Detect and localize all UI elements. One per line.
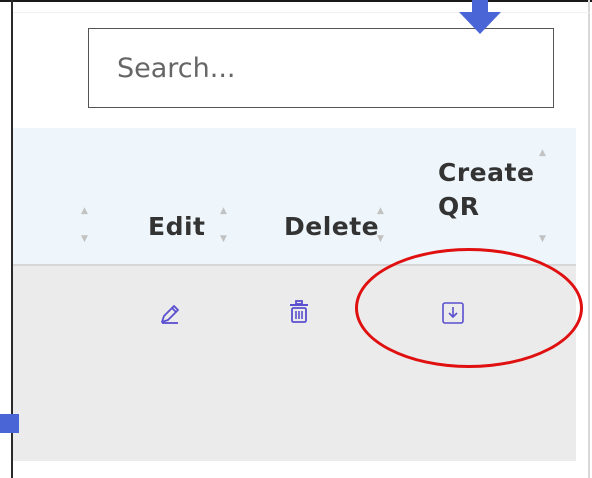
column-header-create-qr-line2: QR xyxy=(438,192,480,221)
trash-icon[interactable] xyxy=(284,297,314,327)
sort-up-icon[interactable]: ▲ xyxy=(81,206,88,216)
column-header-edit[interactable]: Edit xyxy=(148,210,206,244)
top-border xyxy=(0,0,592,2)
column-header-delete[interactable]: Delete xyxy=(284,210,379,244)
screenshot-canvas: ▲ ▼ Edit ▲ ▼ Delete ▲ ▼ Create QR ▲ ▼ xyxy=(0,0,592,478)
column-header-create-qr[interactable]: Create QR xyxy=(438,156,568,224)
search-input[interactable] xyxy=(88,28,554,108)
sort-down-icon[interactable]: ▼ xyxy=(377,234,384,244)
sort-up-icon[interactable]: ▲ xyxy=(539,148,546,158)
right-border xyxy=(588,0,590,478)
marker-square xyxy=(0,414,19,433)
table-header-row: ▲ ▼ Edit ▲ ▼ Delete ▲ ▼ Create QR ▲ ▼ xyxy=(13,128,576,266)
sort-down-icon[interactable]: ▼ xyxy=(81,234,88,244)
pencil-icon[interactable] xyxy=(155,299,185,329)
column-header-create-qr-line1: Create xyxy=(438,158,535,187)
top-divider xyxy=(13,12,590,13)
annotation-ellipse xyxy=(355,248,583,368)
sort-down-icon[interactable]: ▼ xyxy=(220,234,227,244)
sort-down-icon[interactable]: ▼ xyxy=(539,234,546,244)
trash-icon-graphic xyxy=(290,300,308,323)
sort-up-icon[interactable]: ▲ xyxy=(220,206,227,216)
sort-up-icon[interactable]: ▲ xyxy=(377,206,384,216)
pencil-icon-graphic xyxy=(161,305,179,324)
arrow-down-icon xyxy=(459,0,501,34)
